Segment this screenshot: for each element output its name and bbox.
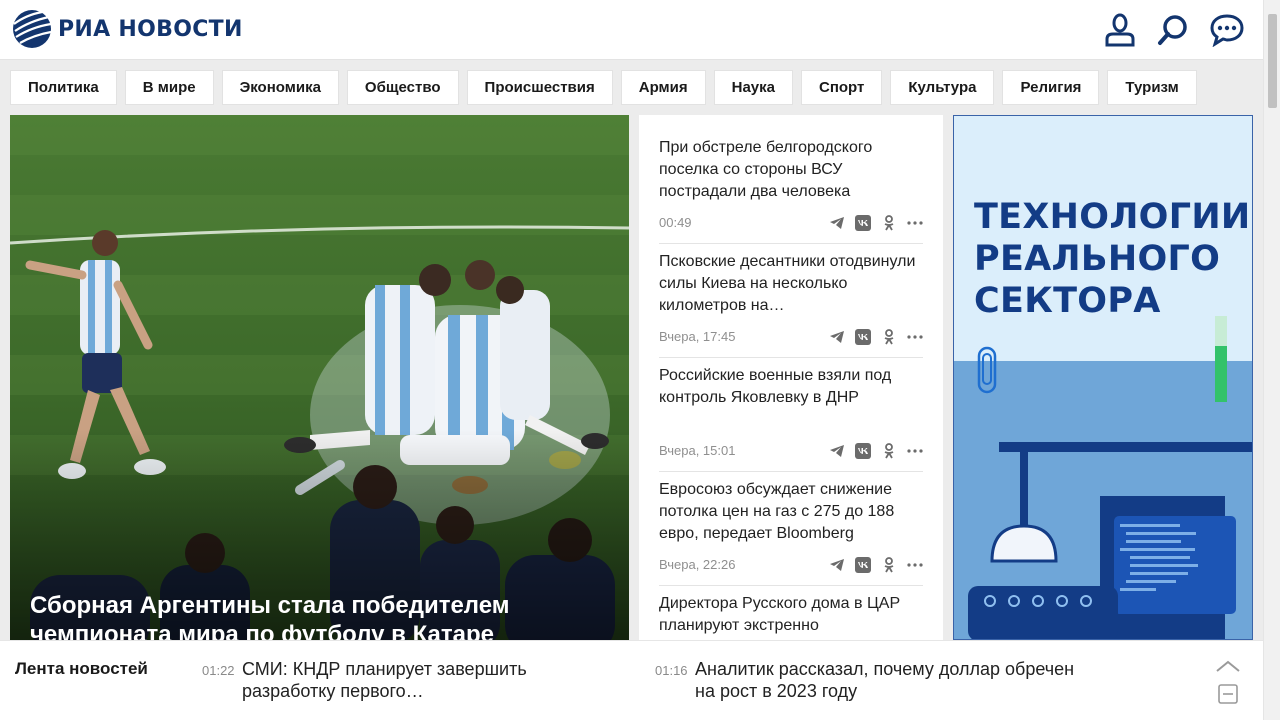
news-meta: Вчера, 15:01 (659, 441, 923, 461)
news-title[interactable]: Российские военные взяли под контроль Як… (659, 365, 923, 409)
scrollbar-thumb[interactable] (1268, 14, 1277, 108)
news-title[interactable]: Директора Русского дома в ЦАР планируют … (659, 593, 923, 637)
news-divider (659, 357, 923, 358)
news-item[interactable]: Псковские десантники отодвинули силы Кие… (659, 251, 923, 317)
news-divider (659, 243, 923, 244)
ad-line-2: РЕАЛЬНОГО (974, 239, 1221, 279)
feed-item[interactable]: СМИ: КНДР планирует завершить разработку… (242, 658, 612, 702)
nav-item-ekonomika[interactable]: Экономика (221, 70, 339, 105)
ad-illustration (954, 116, 1252, 639)
feed-time: 01:22 (202, 663, 235, 678)
nav-item-nauka[interactable]: Наука (713, 70, 793, 105)
ad-banner[interactable]: ТЕХНОЛОГИИ РЕАЛЬНОГО СЕКТОРА (953, 115, 1253, 640)
feed-time: 01:16 (655, 663, 688, 678)
nav-item-obshchestvo[interactable]: Общество (346, 70, 459, 105)
logo[interactable]: РИА НОВОСТИ (12, 9, 243, 49)
more-icon[interactable] (907, 557, 923, 573)
minimize-icon[interactable] (1215, 683, 1241, 705)
more-icon[interactable] (907, 443, 923, 459)
news-meta: Вчера, 22:26 (659, 555, 923, 575)
share-buttons (829, 215, 923, 231)
user-icon[interactable] (1102, 12, 1138, 48)
ad-headline: ТЕХНОЛОГИИ РЕАЛЬНОГО СЕКТОРА (974, 196, 1251, 322)
news-item[interactable]: Российские военные взяли под контроль Як… (659, 365, 923, 409)
nav-item-religiya[interactable]: Религия (1002, 70, 1100, 105)
feed-item[interactable]: Аналитик рассказал, почему доллар обрече… (695, 658, 1075, 702)
odnoklassniki-icon[interactable] (881, 215, 897, 231)
news-list: При обстреле белгородского поселка со ст… (639, 115, 943, 640)
share-buttons (829, 443, 923, 459)
share-buttons (829, 557, 923, 573)
hero-title[interactable]: Сборная Аргентины стала победителем чемп… (30, 591, 590, 640)
ad-line-3: СЕКТОРА (974, 281, 1161, 321)
more-icon[interactable] (907, 329, 923, 345)
nav-item-v-mire[interactable]: В мире (124, 70, 214, 105)
news-time: 00:49 (659, 215, 692, 230)
more-icon[interactable] (907, 215, 923, 231)
news-meta: Вчера, 17:45 (659, 327, 923, 347)
news-title[interactable]: При обстреле белгородского поселка со ст… (659, 137, 923, 203)
page-scrollbar[interactable] (1263, 0, 1280, 720)
news-item[interactable]: Евросоюз обсуждает снижение потолка цен … (659, 479, 923, 545)
share-buttons (829, 329, 923, 345)
odnoklassniki-icon[interactable] (881, 557, 897, 573)
search-icon[interactable] (1155, 12, 1191, 48)
news-feed-bar: Лента новостей 01:22 СМИ: КНДР планирует… (0, 640, 1263, 720)
odnoklassniki-icon[interactable] (881, 443, 897, 459)
telegram-icon[interactable] (829, 557, 845, 573)
hero-article[interactable]: Сборная Аргентины стала победителем чемп… (10, 115, 629, 640)
nav-item-armiya[interactable]: Армия (620, 70, 706, 105)
nav-item-politika[interactable]: Политика (10, 70, 117, 105)
news-time: Вчера, 22:26 (659, 557, 736, 572)
news-item[interactable]: При обстреле белгородского поселка со ст… (659, 137, 923, 203)
nav-item-turizm[interactable]: Туризм (1107, 70, 1197, 105)
news-item[interactable]: Директора Русского дома в ЦАР планируют … (659, 593, 923, 637)
telegram-icon[interactable] (829, 443, 845, 459)
nav-item-sport[interactable]: Спорт (800, 70, 883, 105)
news-meta: 00:49 (659, 213, 923, 233)
logo-text: РИА НОВОСТИ (58, 16, 243, 42)
news-divider (659, 471, 923, 472)
telegram-icon[interactable] (829, 329, 845, 345)
news-title[interactable]: Евросоюз обсуждает снижение потолка цен … (659, 479, 923, 545)
nav-item-proisshestviya[interactable]: Происшествия (466, 70, 613, 105)
news-divider (659, 585, 923, 586)
vk-icon[interactable] (855, 215, 871, 231)
news-time: Вчера, 15:01 (659, 443, 736, 458)
collapse-up-icon[interactable] (1215, 655, 1241, 677)
ria-globe-icon (13, 10, 52, 48)
news-title[interactable]: Псковские десантники отодвинули силы Кие… (659, 251, 923, 317)
site-header: РИА НОВОСТИ (0, 0, 1263, 60)
news-feed-label[interactable]: Лента новостей (15, 659, 148, 679)
nav-item-kultura[interactable]: Культура (890, 70, 995, 105)
category-nav: Политика В мире Экономика Общество Проис… (10, 70, 1197, 105)
hero-photo (10, 115, 629, 640)
vk-icon[interactable] (855, 557, 871, 573)
telegram-icon[interactable] (829, 215, 845, 231)
vk-icon[interactable] (855, 443, 871, 459)
news-time: Вчера, 17:45 (659, 329, 736, 344)
chat-icon[interactable] (1209, 12, 1245, 48)
ad-line-1: ТЕХНОЛОГИИ (974, 197, 1251, 237)
odnoklassniki-icon[interactable] (881, 329, 897, 345)
vk-icon[interactable] (855, 329, 871, 345)
